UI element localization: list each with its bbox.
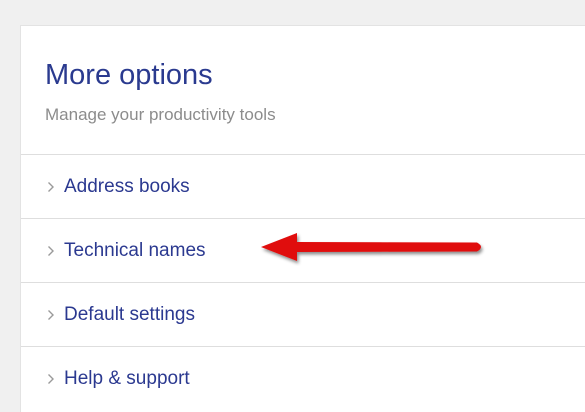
menu-item-address-books[interactable]: Address books — [21, 155, 585, 219]
panel-header: More options Manage your productivity to… — [21, 26, 585, 155]
menu-item-label: Default settings — [64, 303, 195, 325]
menu-item-label: Help & support — [64, 368, 190, 389]
chevron-right-icon — [44, 305, 58, 325]
chevron-right-icon — [44, 369, 58, 389]
chevron-right-icon — [44, 177, 58, 197]
menu-item-default-settings[interactable]: Default settings — [21, 283, 585, 347]
panel-subtitle: Manage your productivity tools — [45, 105, 276, 124]
more-options-panel: More options Manage your productivity to… — [20, 25, 585, 412]
chevron-right-icon — [44, 241, 58, 261]
menu-item-label: Address books — [64, 175, 190, 197]
menu-item-label: Technical names — [64, 239, 206, 261]
options-menu: Address books Technical names Default se… — [21, 155, 585, 411]
red-arrow-annotation — [261, 233, 481, 261]
panel-title: More options — [45, 59, 213, 91]
menu-item-help-support[interactable]: Help & support — [21, 347, 585, 411]
